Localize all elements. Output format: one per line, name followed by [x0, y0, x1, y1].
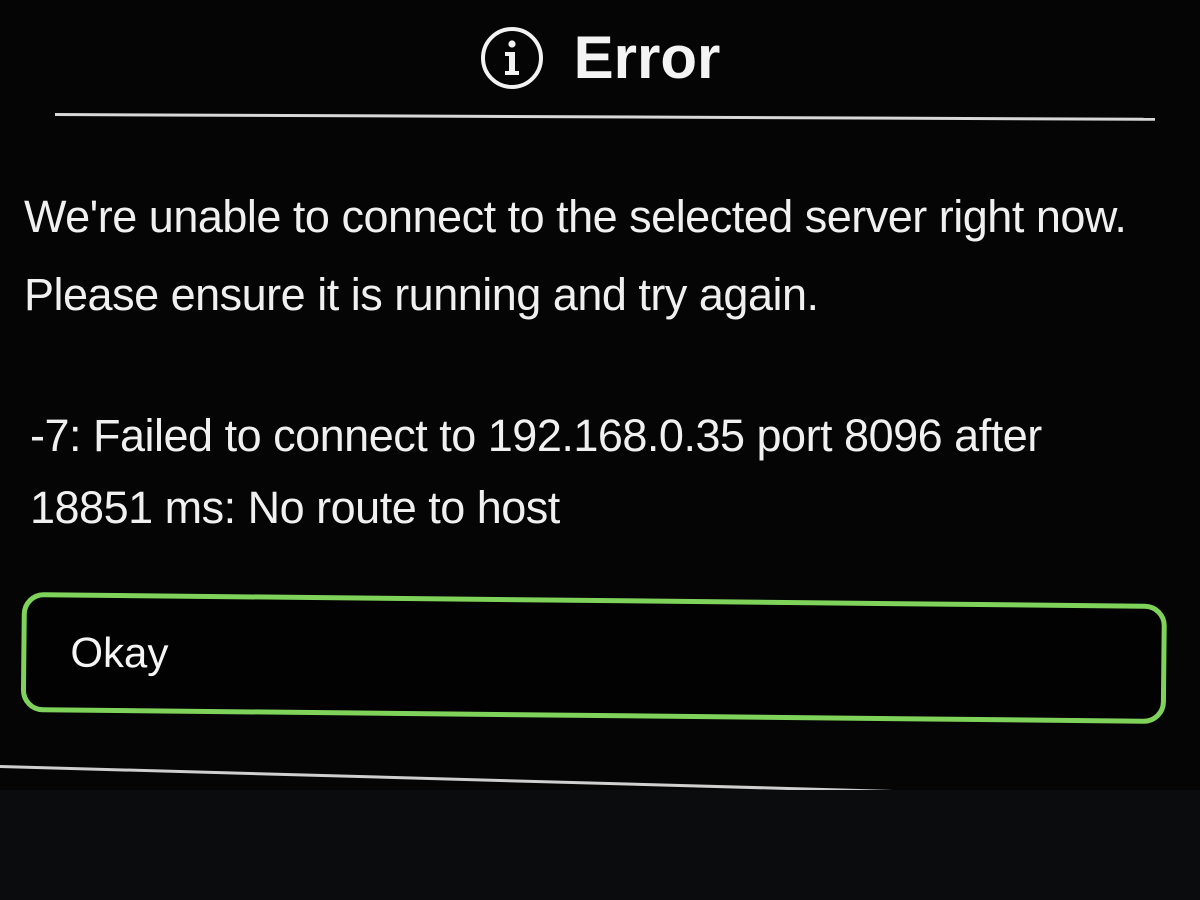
header-divider — [54, 113, 1155, 121]
okay-button[interactable]: Okay — [20, 592, 1167, 724]
okay-button-label: Okay — [70, 628, 169, 677]
info-circle-icon — [480, 26, 544, 90]
error-detail: -7: Failed to connect to 192.168.0.35 po… — [30, 400, 1170, 544]
error-message-line-2: Please ensure it is running and try agai… — [24, 269, 819, 320]
error-dialog: Error We're unable to connect to the sel… — [0, 0, 1200, 900]
error-message-line-1: We're unable to connect to the selected … — [24, 191, 1127, 242]
dialog-header: Error — [0, 18, 1200, 98]
dialog-title: Error — [573, 24, 721, 91]
error-detail-line-1: -7: Failed to connect to 192.168.0.35 po… — [30, 410, 1042, 461]
background-area — [0, 790, 1200, 900]
error-detail-line-2: 18851 ms: No route to host — [30, 482, 560, 533]
error-message: We're unable to connect to the selected … — [24, 178, 1184, 334]
